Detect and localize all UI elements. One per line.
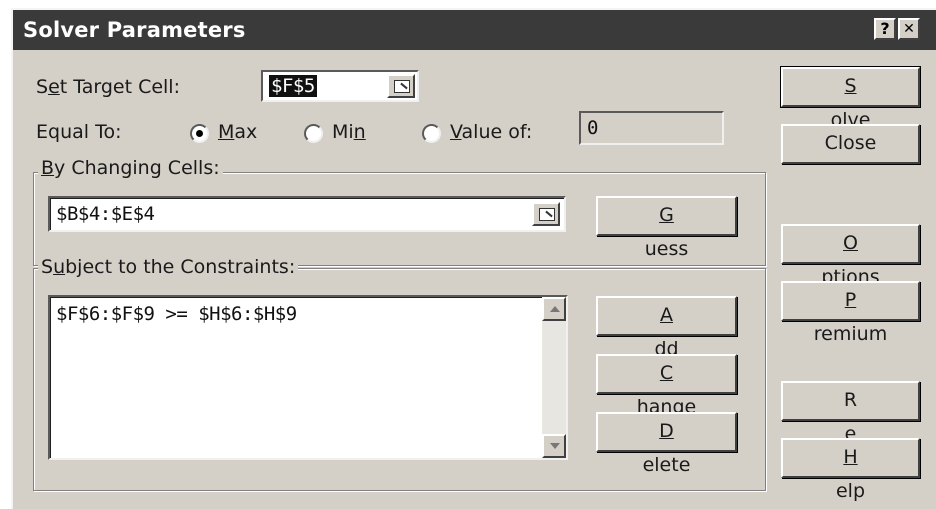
close-button[interactable]: Close bbox=[781, 124, 920, 164]
help-icon[interactable]: ? bbox=[874, 18, 896, 40]
scroll-up-icon[interactable] bbox=[542, 297, 566, 321]
change-button[interactable]: Change bbox=[596, 354, 737, 418]
value-of-radio[interactable] bbox=[422, 124, 441, 143]
reset-all-button[interactable]: Reset All bbox=[781, 381, 920, 479]
dialog-title: Solver Parameters bbox=[23, 18, 246, 42]
title-bar: Solver Parameters ? ✕ bbox=[13, 10, 936, 50]
premium-button-label: Premium bbox=[813, 289, 888, 345]
value-of-value: 0 bbox=[587, 117, 598, 139]
max-radio-label[interactable]: Max bbox=[218, 121, 257, 143]
changing-cells-input[interactable]: $B$4:$E$4 bbox=[48, 196, 566, 232]
solve-button[interactable]: Solve bbox=[780, 66, 921, 131]
delete-button[interactable]: Delete bbox=[596, 412, 737, 476]
guess-button[interactable]: Guess bbox=[596, 196, 737, 260]
premium-button[interactable]: Premium bbox=[781, 281, 920, 345]
close-button-label: Close bbox=[824, 132, 877, 154]
constraints-list[interactable]: $F$6:$F$9 >= $H$6:$H$9 bbox=[48, 295, 568, 460]
solver-parameters-dialog: Solver Parameters ? ✕ Set Target Cell: $… bbox=[11, 8, 936, 509]
changing-cells-value: $B$4:$E$4 bbox=[56, 203, 155, 225]
options-button[interactable]: Options bbox=[781, 224, 920, 288]
scroll-down-icon[interactable] bbox=[542, 434, 566, 458]
max-radio[interactable] bbox=[190, 124, 209, 143]
range-select-icon[interactable] bbox=[387, 74, 415, 98]
target-cell-value: $F$5 bbox=[269, 75, 317, 97]
changing-cells-label: By Changing Cells: bbox=[38, 157, 223, 179]
help-button[interactable]: Help bbox=[781, 438, 920, 502]
equal-to-label: Equal To: bbox=[36, 121, 122, 143]
min-radio[interactable] bbox=[304, 124, 323, 143]
constraint-item[interactable]: $F$6:$F$9 >= $H$6:$H$9 bbox=[56, 303, 297, 325]
value-of-input[interactable]: 0 bbox=[579, 111, 724, 145]
set-target-cell-label: Set Target Cell: bbox=[36, 76, 180, 98]
target-cell-input[interactable]: $F$5 bbox=[261, 70, 419, 102]
range-select-icon[interactable] bbox=[532, 202, 560, 226]
help-button-label: Help bbox=[835, 446, 866, 502]
guess-button-label: Guess bbox=[644, 204, 689, 260]
constraints-label: Subject to the Constraints: bbox=[38, 256, 299, 278]
value-of-radio-label[interactable]: Value of: bbox=[450, 121, 532, 143]
delete-button-label: Delete bbox=[642, 420, 691, 476]
close-icon[interactable]: ✕ bbox=[898, 18, 920, 40]
constraints-scrollbar[interactable] bbox=[542, 297, 566, 458]
min-radio-label[interactable]: Min bbox=[332, 121, 366, 143]
add-button[interactable]: Add bbox=[596, 296, 737, 360]
